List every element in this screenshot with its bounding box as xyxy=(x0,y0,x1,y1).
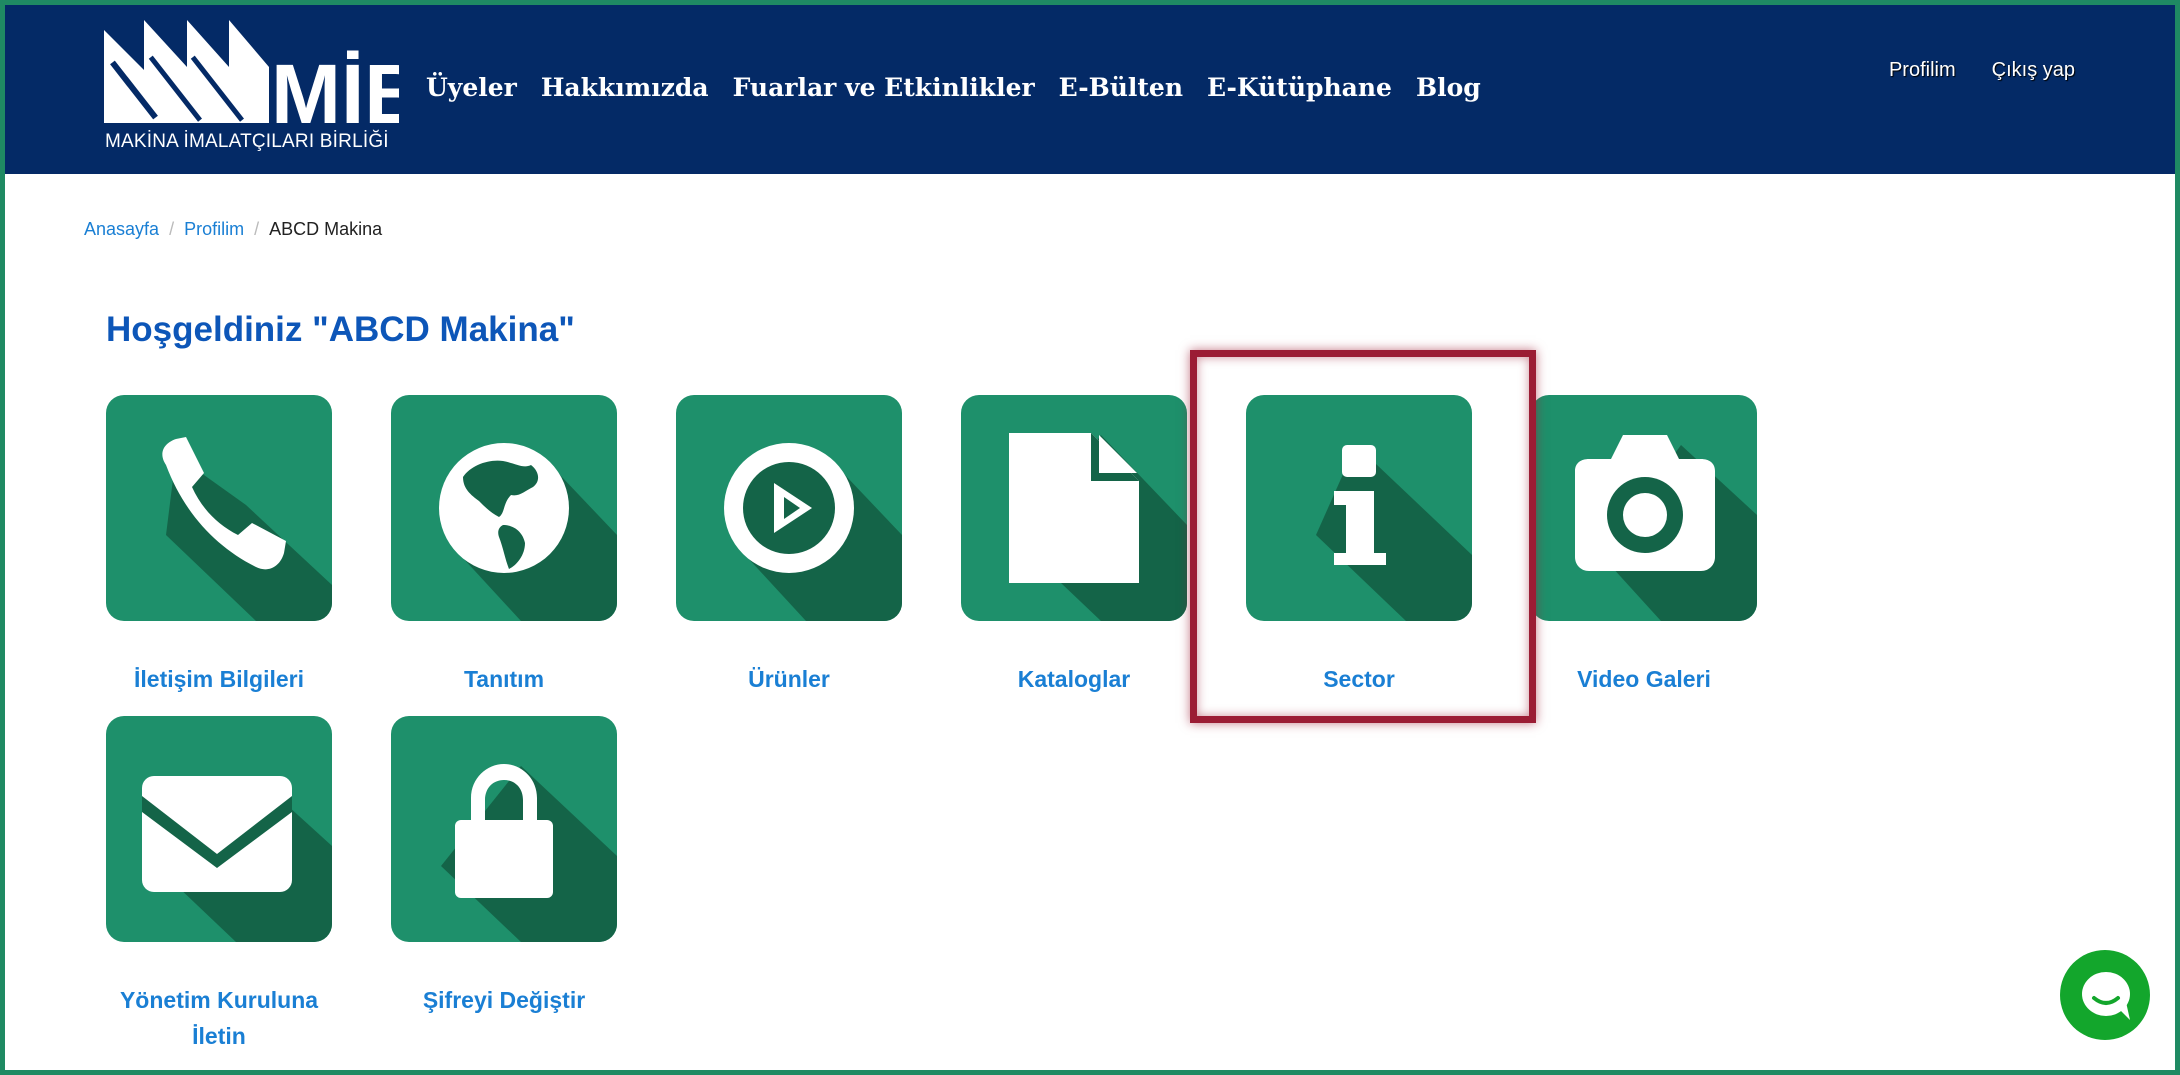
play-circle-icon xyxy=(724,443,902,621)
nav-item-uyeler[interactable]: Üyeler xyxy=(426,73,517,102)
chat-icon xyxy=(2082,972,2130,1020)
breadcrumb-current: ABCD Makina xyxy=(269,219,383,239)
logo-subtitle: MAKİNA İMALATÇILARI BİRLİĞİ xyxy=(105,131,389,152)
tile-icon-box[interactable] xyxy=(1531,395,1757,621)
tile-iletisim[interactable]: İletişim Bilgileri xyxy=(106,395,332,697)
main-nav: Üyeler Hakkımızda Fuarlar ve Etkinlikler… xyxy=(426,73,1505,102)
tile-icon-box[interactable] xyxy=(106,395,332,621)
breadcrumb-profile[interactable]: Profilim xyxy=(184,219,244,240)
tile-tanitim[interactable]: Tanıtım xyxy=(391,395,617,697)
envelope-icon xyxy=(142,776,332,942)
page-title: Hoşgeldiniz "ABCD Makina" xyxy=(106,310,575,349)
breadcrumb-separator: / xyxy=(254,219,260,239)
tile-icon-box[interactable] xyxy=(1246,395,1472,621)
tile-label[interactable]: Tanıtım xyxy=(391,661,617,697)
tile-label[interactable]: Şifreyi Değiştir xyxy=(391,982,617,1018)
phone-icon xyxy=(162,437,332,621)
lock-icon xyxy=(441,764,617,942)
account-links: Profilim Çıkış yap xyxy=(1889,59,2075,82)
globe-icon xyxy=(439,443,617,621)
tile-sifre[interactable]: Şifreyi Değiştir xyxy=(391,716,617,1018)
site-header: MİB MAKİNA İMALATÇILARI BİRLİĞİ Üyeler H… xyxy=(5,5,2175,174)
nav-item-ebulten[interactable]: E-Bülten xyxy=(1059,73,1183,102)
tile-label[interactable]: Video Galeri xyxy=(1531,661,1757,697)
tile-label[interactable]: Sector xyxy=(1246,661,1472,697)
tile-video-galeri[interactable]: Video Galeri xyxy=(1531,395,1757,697)
tile-label[interactable]: Yönetim Kuruluna İletin xyxy=(106,982,332,1054)
breadcrumb-separator: / xyxy=(169,219,175,239)
chat-button[interactable] xyxy=(2060,950,2150,1040)
tile-urunler[interactable]: Ürünler xyxy=(676,395,902,697)
nav-item-hakkimizda[interactable]: Hakkımızda xyxy=(541,73,709,102)
tile-icon-box[interactable] xyxy=(961,395,1187,621)
svg-text:MİB: MİB xyxy=(271,47,399,141)
logout-link[interactable]: Çıkış yap xyxy=(1992,59,2075,82)
tile-icon-box[interactable] xyxy=(391,716,617,942)
nav-item-ekutuphane[interactable]: E-Kütüphane xyxy=(1207,73,1392,102)
profile-link[interactable]: Profilim xyxy=(1889,59,1956,82)
tile-kataloglar[interactable]: Kataloglar xyxy=(961,395,1187,697)
nav-item-blog[interactable]: Blog xyxy=(1416,73,1481,102)
tile-label[interactable]: İletişim Bilgileri xyxy=(106,661,332,697)
tile-label[interactable]: Ürünler xyxy=(676,661,902,697)
tile-label[interactable]: Kataloglar xyxy=(961,661,1187,697)
tile-icon-box[interactable] xyxy=(676,395,902,621)
nav-item-fuarlar[interactable]: Fuarlar ve Etkinlikler xyxy=(733,73,1035,102)
breadcrumb: Anasayfa / Profilim / ABCD Makina xyxy=(84,219,382,240)
tile-icon-box[interactable] xyxy=(106,716,332,942)
info-icon xyxy=(1316,445,1472,621)
document-icon xyxy=(1009,433,1187,621)
camera-icon xyxy=(1575,435,1757,621)
tile-yonetim[interactable]: Yönetim Kuruluna İletin xyxy=(106,716,332,1054)
tile-icon-box[interactable] xyxy=(391,395,617,621)
tile-sector[interactable]: Sector xyxy=(1246,395,1472,697)
breadcrumb-home[interactable]: Anasayfa xyxy=(84,219,159,240)
